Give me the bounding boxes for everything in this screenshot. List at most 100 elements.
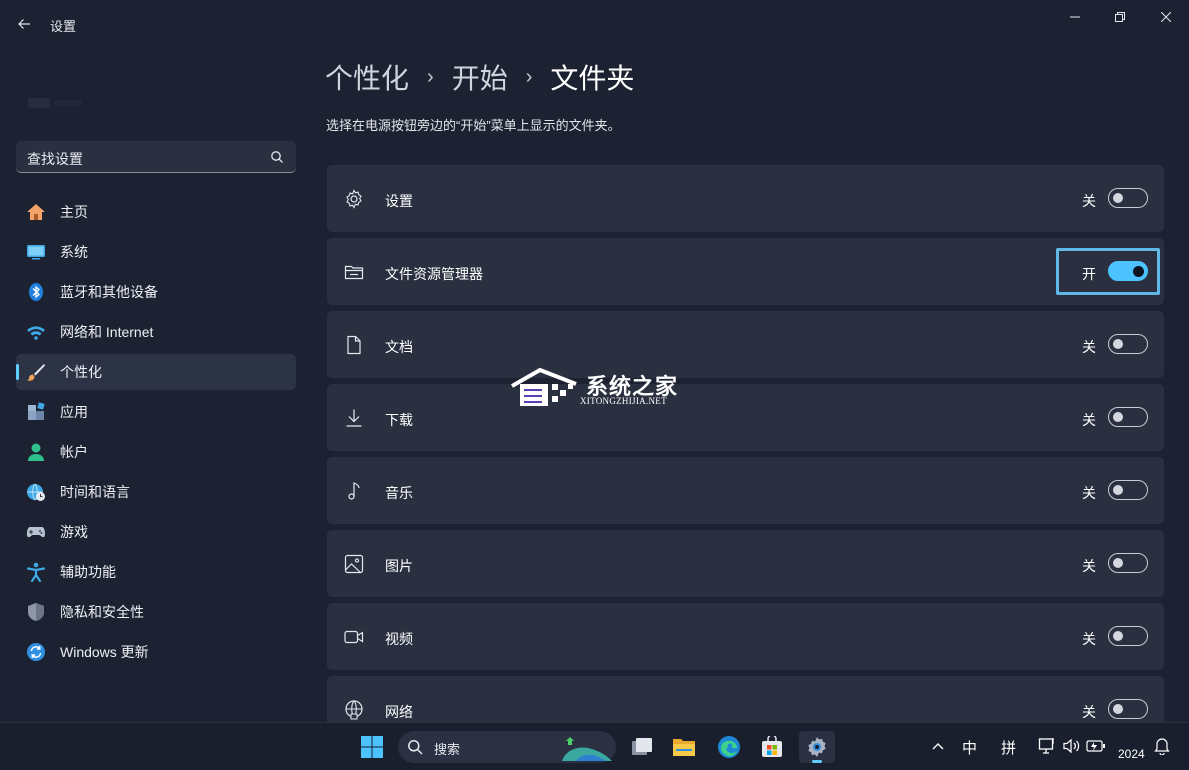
folder-row-music: 音乐 关 xyxy=(327,457,1164,524)
toggle-switch-documents[interactable] xyxy=(1108,334,1148,354)
taskbar: 搜索 中 拼 2024 xyxy=(0,722,1189,770)
minimize-button[interactable] xyxy=(1052,4,1098,30)
sidebar-item-time-language[interactable]: 时间和语言 xyxy=(16,474,296,510)
search-icon xyxy=(408,740,423,755)
chevron-right-icon: › xyxy=(525,65,533,88)
battery-icon xyxy=(1086,740,1105,752)
document-icon xyxy=(344,335,364,355)
account-icon xyxy=(26,442,46,462)
sidebar-item-label: 主页 xyxy=(60,204,88,220)
gamepad-icon xyxy=(26,522,46,542)
toggle-switch-videos[interactable] xyxy=(1108,626,1148,646)
volume-icon xyxy=(1063,738,1080,754)
maximize-button[interactable] xyxy=(1097,4,1143,30)
file-explorer-button[interactable] xyxy=(666,731,702,763)
sidebar-item-personalization[interactable]: 个性化 xyxy=(16,354,296,390)
toggle-state-label: 关 xyxy=(1082,558,1096,574)
sidebar-item-bluetooth[interactable]: 蓝牙和其他设备 xyxy=(16,274,296,310)
show-hidden-icons-button[interactable] xyxy=(928,736,948,756)
task-view-button[interactable] xyxy=(624,731,660,763)
search-input[interactable]: 查找设置 xyxy=(16,141,296,173)
gear-icon xyxy=(344,189,364,209)
store-button[interactable] xyxy=(754,731,790,763)
chevron-right-icon: › xyxy=(427,65,434,88)
toggle-knob xyxy=(1113,485,1123,495)
clock[interactable]: 2024 xyxy=(1118,747,1145,761)
search-placeholder: 查找设置 xyxy=(27,151,83,167)
folder-label: 下载 xyxy=(385,412,413,428)
battery-button[interactable] xyxy=(1086,736,1106,756)
sidebar-item-label: 网络和 Internet xyxy=(60,324,154,340)
breadcrumb-link-start[interactable]: 开始 xyxy=(452,57,508,97)
toggle-switch-file-explorer[interactable] xyxy=(1108,261,1148,281)
sidebar-item-accounts[interactable]: 帐户 xyxy=(16,434,296,470)
toggle-state-label: 关 xyxy=(1082,485,1096,501)
home-icon xyxy=(26,202,46,222)
breadcrumb: 个性化 › 开始 › 文件夹 xyxy=(325,57,634,97)
user-profile[interactable] xyxy=(28,96,88,110)
wifi-icon xyxy=(26,322,46,342)
settings-app-button[interactable] xyxy=(799,731,835,763)
sidebar-item-network[interactable]: 网络和 Internet xyxy=(16,314,296,350)
edge-browser-button[interactable] xyxy=(711,731,747,763)
toggle-state-label: 关 xyxy=(1082,339,1096,355)
toggle-switch-downloads[interactable] xyxy=(1108,407,1148,427)
sidebar-item-label: 帐户 xyxy=(60,444,88,460)
watermark-logo: 系统之家 XITONGZHIJIA.NET xyxy=(510,366,690,410)
toggle-state-label: 关 xyxy=(1082,412,1096,428)
sidebar-item-system[interactable]: 系统 xyxy=(16,234,296,270)
back-arrow-icon xyxy=(18,19,30,29)
folder-icon xyxy=(344,262,364,282)
toggle-knob xyxy=(1113,339,1123,349)
toggle-knob xyxy=(1113,631,1123,641)
app-title: 设置 xyxy=(50,19,77,34)
house-logo-icon xyxy=(511,367,577,406)
toggle-state-label: 关 xyxy=(1082,704,1096,720)
folder-label: 视频 xyxy=(385,631,413,647)
sidebar-item-privacy[interactable]: 隐私和安全性 xyxy=(16,594,296,630)
sidebar-item-label: 系统 xyxy=(60,244,88,260)
toggle-switch-network[interactable] xyxy=(1108,699,1148,719)
sidebar-item-gaming[interactable]: 游戏 xyxy=(16,514,296,550)
folder-label: 文件资源管理器 xyxy=(385,266,483,282)
maximize-icon xyxy=(1115,12,1125,22)
ime-name-indicator[interactable]: 拼 xyxy=(1001,737,1016,758)
toggle-switch-pictures[interactable] xyxy=(1108,553,1148,573)
network-icon xyxy=(344,700,364,720)
page-title: 文件夹 xyxy=(550,63,635,94)
volume-button[interactable] xyxy=(1061,736,1081,756)
network-status-button[interactable] xyxy=(1037,736,1057,756)
breadcrumb-link-personalization[interactable]: 个性化 xyxy=(325,57,409,97)
toggle-switch-music[interactable] xyxy=(1108,480,1148,500)
search-icon xyxy=(271,151,283,163)
start-icon[interactable] xyxy=(360,735,384,759)
sidebar-item-label: 游戏 xyxy=(60,524,88,540)
toggle-knob xyxy=(1113,558,1123,568)
ime-mode-indicator[interactable]: 中 xyxy=(962,737,977,758)
sidebar-item-apps[interactable]: 应用 xyxy=(16,394,296,430)
minimize-icon xyxy=(1070,16,1080,18)
taskbar-search-box[interactable]: 搜索 xyxy=(398,731,616,763)
back-button[interactable] xyxy=(10,10,38,38)
music-icon xyxy=(344,481,364,501)
sidebar-item-label: 个性化 xyxy=(60,364,102,380)
folder-row-videos: 视频 关 xyxy=(327,603,1164,670)
toggle-knob xyxy=(1113,193,1123,203)
sidebar-nav: 主页 系统 蓝牙和其他设备 网络和 Internet 个性化 应用 帐户 时间和… xyxy=(16,194,296,674)
active-app-indicator xyxy=(812,760,822,763)
sidebar-item-home[interactable]: 主页 xyxy=(16,194,296,230)
close-button[interactable] xyxy=(1143,4,1189,30)
watermark-subtitle: XITONGZHIJIA.NET xyxy=(580,396,667,406)
toggle-switch-settings[interactable] xyxy=(1108,188,1148,208)
toggle-state-label: 开 xyxy=(1082,266,1096,282)
sidebar-item-accessibility[interactable]: 辅助功能 xyxy=(16,554,296,590)
sidebar-item-label: Windows 更新 xyxy=(60,644,149,660)
picture-icon xyxy=(344,554,364,574)
settings-icon xyxy=(808,737,826,757)
bell-icon xyxy=(1154,738,1170,755)
sidebar-item-windows-update[interactable]: Windows 更新 xyxy=(16,634,296,670)
display-icon xyxy=(26,242,46,262)
notifications-button[interactable] xyxy=(1152,736,1172,756)
folder-list: 设置 关 文件资源管理器 开 文档 关 下载 关 音乐 关 图片 关 视频 关 … xyxy=(327,165,1164,749)
accessibility-icon xyxy=(26,562,46,582)
